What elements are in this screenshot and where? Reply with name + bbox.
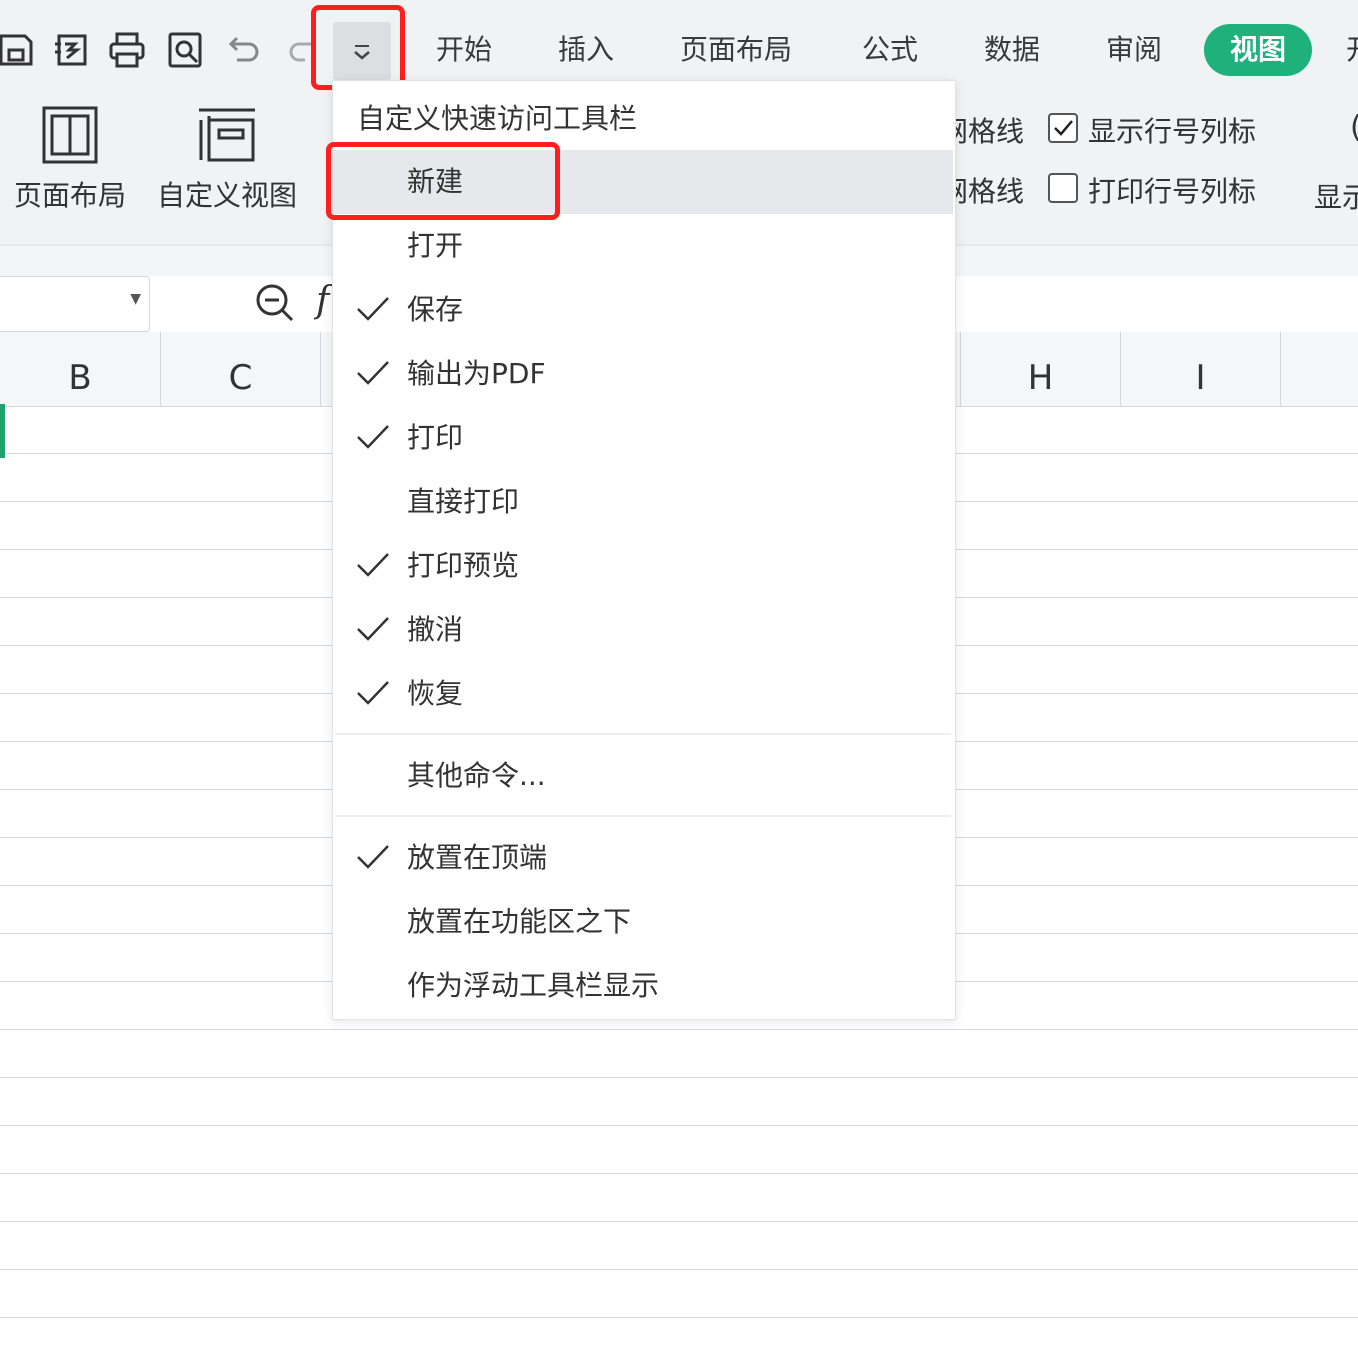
menu-item-direct-print[interactable]: 直接打印	[333, 470, 953, 534]
checkmark-icon	[357, 361, 389, 385]
checkmark-icon	[357, 617, 389, 641]
menu-item-undo[interactable]: 撤消	[333, 598, 953, 662]
caret-down-icon: ▼	[130, 291, 141, 307]
tab-review[interactable]: 审阅	[1106, 24, 1162, 76]
menu-item-more-commands[interactable]: 其他命令...	[333, 744, 953, 808]
menu-divider	[335, 815, 951, 817]
ribbon-cutoff-icon: (	[1350, 110, 1358, 145]
page-layout-view-label: 页面布局	[13, 179, 126, 212]
fx-icon[interactable]: f	[316, 280, 329, 321]
tab-cutoff[interactable]: 开	[1346, 24, 1358, 76]
column-header-b[interactable]: B	[0, 332, 161, 406]
menu-item-print[interactable]: 打印	[333, 406, 953, 470]
menu-item-place-below-ribbon[interactable]: 放置在功能区之下	[333, 890, 953, 954]
print-row-col-headers-label: 打印行号列标	[1088, 175, 1257, 208]
checkmark-icon	[357, 845, 389, 869]
menu-item-label: 打印	[407, 421, 464, 454]
custom-view-button[interactable]: 自定义视图	[150, 104, 304, 214]
custom-view-label: 自定义视图	[156, 179, 297, 212]
customize-quick-access-menu: 自定义快速访问工具栏 新建 打开 保存 输出为PDF 打印 直接打印 打印预览 …	[332, 80, 956, 1020]
checkmark-icon	[357, 553, 389, 577]
tab-data[interactable]: 数据	[984, 24, 1040, 76]
tab-insert[interactable]: 插入	[558, 24, 614, 76]
menu-item-floating-toolbar[interactable]: 作为浮动工具栏显示	[333, 954, 953, 1018]
save-as-icon[interactable]	[48, 24, 94, 76]
column-header-h[interactable]: H	[961, 332, 1121, 406]
menu-item-open[interactable]: 打开	[333, 214, 953, 278]
tab-view[interactable]: 视图	[1204, 24, 1312, 76]
menu-item-place-top[interactable]: 放置在顶端	[333, 826, 953, 890]
tab-start[interactable]: 开始	[436, 24, 492, 76]
print-row-col-headers-checkbox[interactable]	[1048, 173, 1078, 203]
page-layout-icon	[42, 106, 98, 164]
highlight-box-new	[326, 142, 560, 220]
column-header-c[interactable]: C	[161, 332, 321, 406]
undo-icon[interactable]	[220, 24, 266, 76]
menu-item-label: 放置在顶端	[407, 841, 548, 874]
tab-formula[interactable]: 公式	[862, 24, 918, 76]
menu-item-save[interactable]: 保存	[333, 278, 953, 342]
menu-item-label: 放置在功能区之下	[407, 905, 632, 938]
column-header-j[interactable]	[1281, 332, 1358, 406]
checkmark-icon	[357, 297, 389, 321]
menu-item-label: 打印预览	[407, 549, 520, 582]
show-row-col-headers-checkbox[interactable]	[1048, 113, 1078, 143]
show-cutoff-label: 显示	[1314, 181, 1358, 214]
active-cell-indicator	[0, 404, 5, 458]
name-box[interactable]: ▼	[0, 276, 150, 332]
checkmark-icon	[357, 425, 389, 449]
menu-item-print-preview[interactable]: 打印预览	[333, 534, 953, 598]
print-icon[interactable]	[104, 24, 150, 76]
menu-item-redo[interactable]: 恢复	[333, 662, 953, 726]
checkmark-icon	[357, 681, 389, 705]
zoom-icon[interactable]	[252, 280, 298, 330]
menu-item-label: 直接打印	[407, 485, 520, 518]
column-header-i[interactable]: I	[1121, 332, 1281, 406]
menu-item-label: 撤消	[407, 613, 464, 646]
page-layout-view-button[interactable]: 页面布局	[8, 104, 132, 214]
custom-view-icon	[199, 108, 255, 162]
menu-item-label: 输出为PDF	[407, 357, 546, 390]
menu-item-label: 其他命令...	[407, 759, 546, 792]
checkmark-icon	[1054, 120, 1073, 136]
menu-item-label: 保存	[407, 293, 464, 326]
print-preview-icon[interactable]	[162, 24, 208, 76]
show-row-col-headers-label: 显示行号列标	[1088, 115, 1257, 148]
tab-page-layout[interactable]: 页面布局	[680, 24, 792, 76]
menu-item-label: 打开	[407, 229, 464, 262]
menu-title: 自定义快速访问工具栏	[357, 102, 638, 135]
menu-divider	[335, 733, 951, 735]
menu-item-label: 作为浮动工具栏显示	[407, 969, 660, 1002]
menu-item-export-pdf[interactable]: 输出为PDF	[333, 342, 953, 406]
save-icon[interactable]	[0, 24, 40, 76]
menu-item-label: 恢复	[407, 677, 464, 710]
highlight-box-dropdown	[311, 5, 405, 90]
